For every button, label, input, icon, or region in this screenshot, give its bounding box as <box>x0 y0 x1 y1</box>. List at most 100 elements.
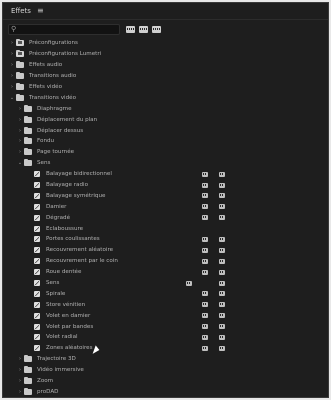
tree-item-label: Effets vidéo <box>29 84 62 90</box>
32bit-color-badge-icon <box>219 313 225 319</box>
effect-item[interactable]: Balayage symétrique <box>3 190 328 201</box>
chevron-right-icon[interactable]: › <box>16 149 24 155</box>
tree-item-label: Volet radial <box>46 334 78 341</box>
tree-folder-item[interactable]: › Effets vidéo <box>3 82 328 93</box>
tree-folder-item[interactable]: › Page tournée <box>3 147 328 158</box>
accelerated-effect-badge-icon <box>202 258 208 264</box>
accelerated-effect-badge-icon <box>202 204 208 210</box>
tree-folder-item[interactable]: › Transitions audio <box>3 71 328 82</box>
tree-folder-item[interactable]: › Fondu <box>3 136 328 147</box>
effect-item[interactable]: Roue dentée <box>3 267 328 278</box>
tree-item-label: Spirale <box>46 290 66 297</box>
32bit-color-badge-icon <box>219 324 225 330</box>
panel-header: Effets ≡ <box>3 3 328 20</box>
tree-folder-item[interactable]: › Préconfigurations <box>3 38 328 49</box>
chevron-right-icon[interactable]: › <box>8 62 16 68</box>
chevron-right-icon[interactable]: › <box>16 367 24 373</box>
search-input[interactable]: ⚲ <box>8 23 120 35</box>
effect-item[interactable]: Spirale <box>3 288 328 299</box>
effect-item[interactable]: Volet par bandes <box>3 321 328 332</box>
tree-item-label: Balayage symétrique <box>46 192 106 199</box>
tree-folder-item[interactable]: › Déplacement du plan <box>3 114 328 125</box>
effect-item[interactable]: Dégradé <box>3 212 328 223</box>
tree-folder-item[interactable]: ⌄ Sens <box>3 158 328 169</box>
chevron-right-icon[interactable]: › <box>8 40 16 46</box>
32bit-color-badge-icon <box>219 182 225 188</box>
filter-buttons <box>126 25 165 33</box>
accelerated-effect-badge-icon <box>202 324 208 330</box>
effect-item[interactable]: Balayage bidirectionnel <box>3 169 328 180</box>
chevron-down-icon[interactable]: ⌄ <box>8 95 16 101</box>
tree-item-label: Transitions vidéo <box>29 94 77 101</box>
tree-item-label: Recouvrement aléatoire <box>46 247 114 254</box>
32bit-color-badge-icon <box>219 280 225 286</box>
chevron-right-icon[interactable]: › <box>16 138 24 144</box>
32bit-color-icon[interactable] <box>139 25 148 33</box>
transition-effect-icon <box>34 345 40 352</box>
tree-item-label: Page tournée <box>37 149 75 156</box>
tree-item-label: Préconfigurations Lumetri <box>29 51 102 58</box>
32bit-color-badge-icon <box>219 302 225 308</box>
accelerated-effect-badge-icon <box>202 269 208 275</box>
32bit-color-badge-icon <box>219 247 225 253</box>
accelerated-effects-icon[interactable] <box>126 25 135 33</box>
tree-item-label: Damier <box>46 203 67 210</box>
folder-icon <box>24 104 32 112</box>
panel-menu-icon[interactable]: ≡ <box>37 7 44 15</box>
tree-item-label: Effets audio <box>29 62 63 69</box>
tree-folder-item[interactable]: › Déplacer dessus <box>3 125 328 136</box>
effect-item[interactable]: Volet radial <box>3 332 328 343</box>
tree-folder-item[interactable]: › Effets audio <box>3 60 328 71</box>
chevron-down-icon[interactable]: ⌄ <box>16 160 24 166</box>
chevron-right-icon[interactable]: › <box>8 51 16 57</box>
effect-item[interactable]: Zones aléatoires <box>3 343 328 354</box>
transition-effect-icon <box>34 225 40 232</box>
tree-folder-item[interactable]: ⌄ Transitions vidéo <box>3 92 328 103</box>
chevron-right-icon[interactable]: › <box>16 356 24 362</box>
tree-item-label: Volet en damier <box>46 312 91 319</box>
effect-item[interactable]: Volet en damier <box>3 310 328 321</box>
panel-title-tab[interactable]: Effets <box>11 7 31 15</box>
effect-item[interactable]: Portes coulissantes <box>3 234 328 245</box>
effect-item[interactable]: Recouvrement aléatoire <box>3 245 328 256</box>
tree-folder-item[interactable]: › Trajectoire 3D <box>3 354 328 365</box>
tree-folder-item[interactable]: › Vidéo immersive <box>3 365 328 376</box>
tree-item-label: Transitions audio <box>29 73 77 80</box>
transition-effect-icon <box>34 301 40 308</box>
effect-item[interactable]: Store vénitien <box>3 299 328 310</box>
transition-effect-icon <box>34 171 40 178</box>
tree-folder-item[interactable]: › Préconfigurations Lumetri <box>3 49 328 60</box>
tree-item-label: Vidéo immersive <box>37 367 84 374</box>
tree-item-label: Volet par bandes <box>46 323 94 330</box>
chevron-right-icon[interactable]: › <box>16 378 24 384</box>
folder-icon <box>24 355 32 363</box>
accelerated-effect-badge-icon <box>202 171 208 177</box>
effect-item[interactable]: Eclaboussure <box>3 223 328 234</box>
effect-item[interactable]: Recouvrement par le coin <box>3 256 328 267</box>
accelerated-effect-badge-icon <box>202 237 208 243</box>
folder-icon <box>24 148 32 156</box>
accelerated-badge-icon <box>186 280 192 286</box>
effect-item[interactable]: Sens <box>3 278 328 289</box>
tree-folder-item[interactable]: › proDAD <box>3 387 328 398</box>
chevron-right-icon[interactable]: › <box>8 84 16 90</box>
tree-item-label: proDAD <box>37 388 59 395</box>
yuv-effects-icon[interactable] <box>152 25 161 33</box>
chevron-right-icon[interactable]: › <box>16 389 24 395</box>
accelerated-effect-badge-icon <box>202 291 208 297</box>
32bit-color-badge-icon <box>219 269 225 275</box>
chevron-right-icon[interactable]: › <box>8 73 16 79</box>
effects-tree: › Préconfigurations › Préconfigurations Lum… <box>3 38 328 397</box>
chevron-right-icon[interactable]: › <box>16 128 24 134</box>
preset-folder-icon <box>16 39 24 47</box>
tree-item-label: Store vénitien <box>46 301 86 308</box>
tree-item-label: Préconfigurations <box>29 40 78 47</box>
chevron-right-icon[interactable]: › <box>16 117 24 123</box>
chevron-right-icon[interactable]: › <box>16 106 24 112</box>
transition-effect-icon <box>34 312 40 319</box>
effect-item[interactable]: Balayage radio <box>3 180 328 191</box>
tree-folder-item[interactable]: › Zoom <box>3 376 328 387</box>
folder-icon <box>24 126 32 134</box>
effect-item[interactable]: Damier <box>3 201 328 212</box>
tree-folder-item[interactable]: › Diaphragme <box>3 103 328 114</box>
